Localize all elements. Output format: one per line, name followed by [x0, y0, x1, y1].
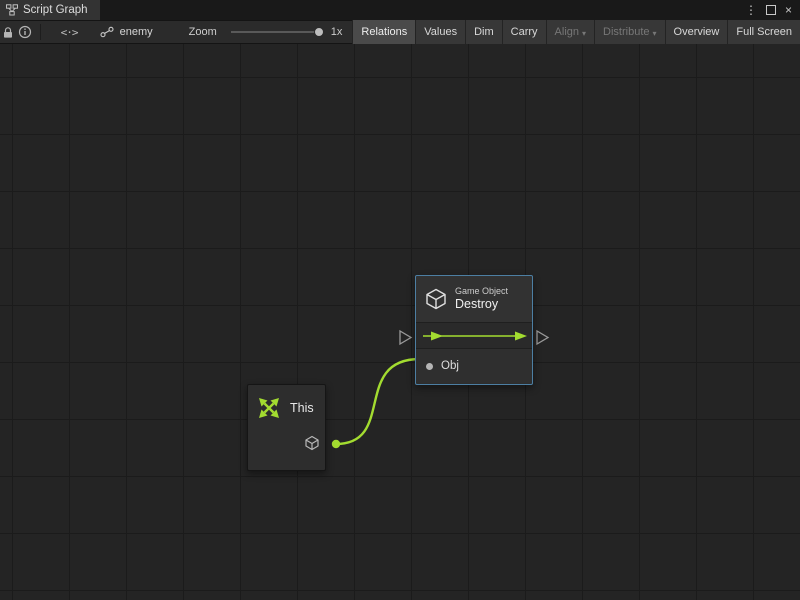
- lock-button[interactable]: [0, 21, 17, 43]
- overview-button[interactable]: Overview: [665, 20, 728, 44]
- lock-icon: [2, 26, 14, 39]
- relation-arrows-icon: [421, 329, 527, 343]
- destroy-node-header[interactable]: Game Object Destroy: [416, 276, 532, 323]
- maximize-button[interactable]: [766, 5, 776, 15]
- this-output-port-dot[interactable]: [332, 440, 340, 448]
- code-icon: <·>: [61, 26, 78, 39]
- this-node[interactable]: This: [247, 384, 326, 471]
- wire-layer: [0, 44, 800, 600]
- this-node-title: This: [290, 401, 314, 415]
- graph-asset-icon: [100, 26, 114, 38]
- script-graph-icon: [6, 4, 18, 16]
- carry-button[interactable]: Carry: [502, 20, 546, 44]
- graph-name: enemy: [120, 26, 153, 38]
- toolbar-separator: [40, 24, 41, 40]
- info-button[interactable]: [17, 21, 34, 43]
- script-graph-window: Script Graph ⋮ × <·>: [0, 0, 800, 600]
- relations-button[interactable]: Relations: [352, 20, 415, 44]
- destroy-node[interactable]: Game Object Destroy Obj: [415, 275, 533, 385]
- zoom-value: 1x: [331, 26, 343, 38]
- graph-canvas[interactable]: Game Object Destroy Obj: [0, 44, 800, 600]
- chevron-down-icon: ▾: [582, 29, 586, 38]
- node-category: Game Object: [455, 286, 508, 297]
- window-menu-button[interactable]: ⋮: [745, 0, 757, 20]
- script-graph-tab[interactable]: Script Graph: [0, 0, 100, 20]
- title-bar: Script Graph ⋮ ×: [0, 0, 800, 20]
- zoom-slider-handle[interactable]: [314, 27, 324, 37]
- code-view-button[interactable]: <·>: [61, 21, 78, 43]
- zoom-slider[interactable]: [231, 31, 323, 33]
- chevron-down-icon: ▾: [653, 29, 657, 38]
- zoom-control: Zoom 1x: [189, 26, 353, 38]
- game-object-cube-icon: [424, 287, 448, 311]
- control-output-port[interactable]: [537, 331, 548, 344]
- obj-input-label: Obj: [441, 360, 459, 372]
- graph-breadcrumb[interactable]: enemy: [100, 26, 153, 38]
- window-controls: ⋮ ×: [745, 0, 800, 20]
- this-output-port[interactable]: [304, 435, 320, 456]
- obj-input-row: Obj: [416, 349, 532, 383]
- control-flow-row: [416, 323, 532, 349]
- distribute-dropdown[interactable]: Distribute ▾: [594, 20, 664, 44]
- control-input-port[interactable]: [400, 331, 411, 344]
- cube-icon: [304, 435, 320, 451]
- align-dropdown[interactable]: Align ▾: [546, 20, 594, 44]
- toolbar-buttons: Relations Values Dim Carry Align ▾ Distr…: [352, 20, 800, 44]
- fullscreen-button[interactable]: Full Screen: [727, 20, 800, 44]
- zoom-label: Zoom: [189, 26, 217, 38]
- graph-toolbar: <·> enemy Zoom 1x Relations Values: [0, 20, 800, 44]
- this-unit-icon: [256, 395, 282, 421]
- close-button[interactable]: ×: [785, 0, 792, 20]
- info-icon: [18, 25, 32, 39]
- dim-button[interactable]: Dim: [465, 20, 502, 44]
- connection-wire[interactable]: [336, 359, 420, 444]
- obj-input-port[interactable]: [426, 363, 433, 370]
- node-title: Destroy: [455, 297, 508, 313]
- values-button[interactable]: Values: [415, 20, 465, 44]
- tab-title: Script Graph: [23, 4, 88, 16]
